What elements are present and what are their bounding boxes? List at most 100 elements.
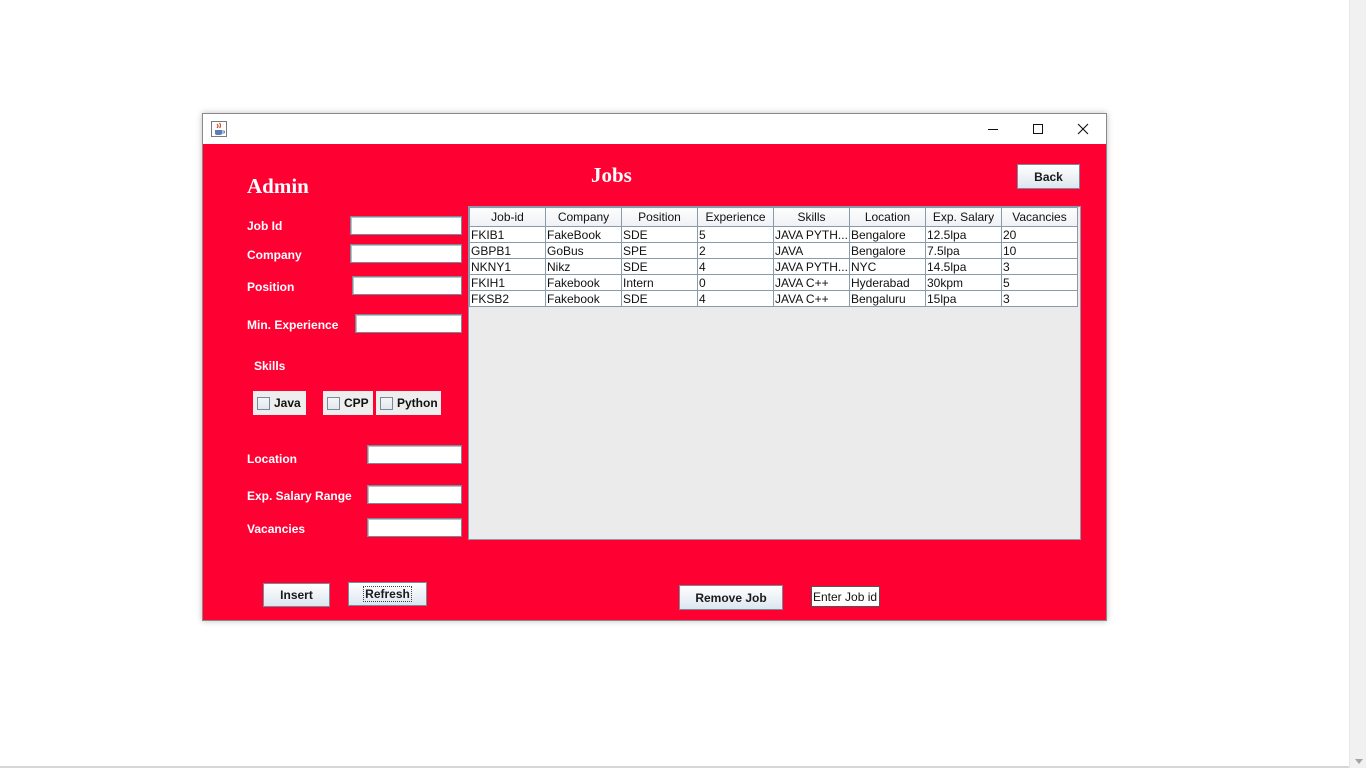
table-cell[interactable]: 5 <box>1001 274 1078 291</box>
table-cell[interactable]: SPE <box>621 242 698 259</box>
table-cell[interactable]: 4 <box>697 258 774 275</box>
table-cell[interactable]: NKNY1 <box>469 258 546 275</box>
table-cell[interactable]: 5 <box>697 226 774 243</box>
table-cell[interactable]: JAVA PYTH... <box>773 258 850 275</box>
back-button[interactable]: Back <box>1017 164 1080 189</box>
table-cell[interactable]: 12.5lpa <box>925 226 1002 243</box>
remove-job-id-input[interactable]: Enter Job id <box>811 586 880 607</box>
table-cell[interactable]: Intern <box>621 274 698 291</box>
table-cell[interactable]: 7.5lpa <box>925 242 1002 259</box>
column-header[interactable]: Skills <box>773 207 850 227</box>
insert-button[interactable]: Insert <box>263 583 330 607</box>
table-cell[interactable]: JAVA PYTH... <box>773 226 850 243</box>
table-cell[interactable]: Bengalore <box>849 226 926 243</box>
cpp-checkbox-label: CPP <box>344 396 369 410</box>
jobs-heading: Jobs <box>591 163 632 187</box>
page-scrollbar[interactable] <box>1349 0 1366 768</box>
jobs-table-scrollpane[interactable]: Job-id Company Position Experience Skill… <box>468 206 1081 540</box>
window-content: Admin Jobs Job Id Company Position Min. … <box>203 144 1106 620</box>
table-cell[interactable]: JAVA C++ <box>773 290 850 307</box>
table-cell[interactable]: 4 <box>697 290 774 307</box>
table-row[interactable]: NKNY1 Nikz SDE 4 JAVA PYTH... NYC 14.5lp… <box>469 258 1078 275</box>
position-label: Position <box>247 280 295 294</box>
admin-heading: Admin <box>247 174 309 198</box>
table-cell[interactable]: FakeBook <box>545 226 622 243</box>
salary-range-input[interactable] <box>367 485 462 504</box>
table-cell[interactable]: 10 <box>1001 242 1078 259</box>
job-id-label: Job Id <box>247 219 283 233</box>
jobs-table[interactable]: Job-id Company Position Experience Skill… <box>469 207 1078 307</box>
column-header[interactable]: Job-id <box>469 207 546 227</box>
minimize-icon <box>988 129 998 130</box>
table-cell[interactable]: NYC <box>849 258 926 275</box>
title-bar <box>203 114 1106 144</box>
table-cell[interactable]: 20 <box>1001 226 1078 243</box>
table-cell[interactable]: Bengaluru <box>849 290 926 307</box>
minimize-button[interactable] <box>970 114 1016 144</box>
cpp-checkbox[interactable]: CPP <box>323 391 373 415</box>
column-header[interactable]: Location <box>849 207 926 227</box>
refresh-button[interactable]: Refresh <box>348 582 427 606</box>
position-input[interactable] <box>352 276 462 295</box>
column-header[interactable]: Company <box>545 207 622 227</box>
maximize-icon <box>1033 124 1043 134</box>
close-button[interactable] <box>1060 114 1106 144</box>
table-cell[interactable]: SDE <box>621 226 698 243</box>
table-cell[interactable]: 0 <box>697 274 774 291</box>
table-cell[interactable]: JAVA <box>773 242 850 259</box>
table-cell[interactable]: Fakebook <box>545 290 622 307</box>
insert-button-label: Insert <box>280 588 313 602</box>
table-cell[interactable]: Bengalore <box>849 242 926 259</box>
close-icon <box>1077 123 1089 135</box>
location-label: Location <box>247 452 297 466</box>
skills-label: Skills <box>254 359 286 373</box>
table-row[interactable]: FKIH1 Fakebook Intern 0 JAVA C++ Hyderab… <box>469 274 1078 291</box>
location-input[interactable] <box>367 445 462 464</box>
python-checkbox[interactable]: Python <box>376 391 441 415</box>
checkbox-square-icon <box>327 396 340 410</box>
java-checkbox-label: Java <box>274 396 301 410</box>
table-cell[interactable]: FKIB1 <box>469 226 546 243</box>
table-row[interactable]: FKIB1 FakeBook SDE 5 JAVA PYTH... Bengal… <box>469 226 1078 243</box>
back-button-label: Back <box>1034 169 1063 184</box>
table-cell[interactable]: 3 <box>1001 258 1078 275</box>
table-row[interactable]: FKSB2 Fakebook SDE 4 JAVA C++ Bengaluru … <box>469 290 1078 307</box>
remove-job-button[interactable]: Remove Job <box>679 585 783 610</box>
table-cell[interactable]: Hyderabad <box>849 274 926 291</box>
table-cell[interactable]: 3 <box>1001 290 1078 307</box>
salary-range-label: Exp. Salary Range <box>247 489 352 503</box>
table-cell[interactable]: FKIH1 <box>469 274 546 291</box>
refresh-button-label: Refresh <box>363 586 412 602</box>
table-cell[interactable]: 30kpm <box>925 274 1002 291</box>
table-cell[interactable]: Fakebook <box>545 274 622 291</box>
company-input[interactable] <box>350 244 462 263</box>
java-cup-icon <box>211 121 227 137</box>
checkbox-square-icon <box>380 396 393 410</box>
table-cell[interactable]: FKSB2 <box>469 290 546 307</box>
table-cell[interactable]: GBPB1 <box>469 242 546 259</box>
table-cell[interactable]: 2 <box>697 242 774 259</box>
table-row[interactable]: GBPB1 GoBus SPE 2 JAVA Bengalore 7.5lpa … <box>469 242 1078 259</box>
column-header[interactable]: Exp. Salary <box>925 207 1002 227</box>
company-label: Company <box>247 248 302 262</box>
min-experience-label: Min. Experience <box>247 318 339 332</box>
java-checkbox[interactable]: Java <box>253 391 306 415</box>
table-cell[interactable]: JAVA C++ <box>773 274 850 291</box>
table-cell[interactable]: Nikz <box>545 258 622 275</box>
maximize-button[interactable] <box>1015 114 1061 144</box>
table-cell[interactable]: SDE <box>621 258 698 275</box>
column-header[interactable]: Vacancies <box>1001 207 1078 227</box>
job-id-input[interactable] <box>350 216 462 235</box>
remove-job-button-label: Remove Job <box>695 590 767 605</box>
table-cell[interactable]: 15lpa <box>925 290 1002 307</box>
column-header[interactable]: Experience <box>697 207 774 227</box>
table-cell[interactable]: 14.5lpa <box>925 258 1002 275</box>
column-header[interactable]: Position <box>621 207 698 227</box>
table-cell[interactable]: SDE <box>621 290 698 307</box>
scroll-down-arrow-icon[interactable] <box>1355 759 1363 764</box>
vacancies-label: Vacancies <box>247 522 306 536</box>
min-experience-input[interactable] <box>355 314 462 333</box>
table-cell[interactable]: GoBus <box>545 242 622 259</box>
python-checkbox-label: Python <box>397 396 438 410</box>
vacancies-input[interactable] <box>367 518 462 537</box>
